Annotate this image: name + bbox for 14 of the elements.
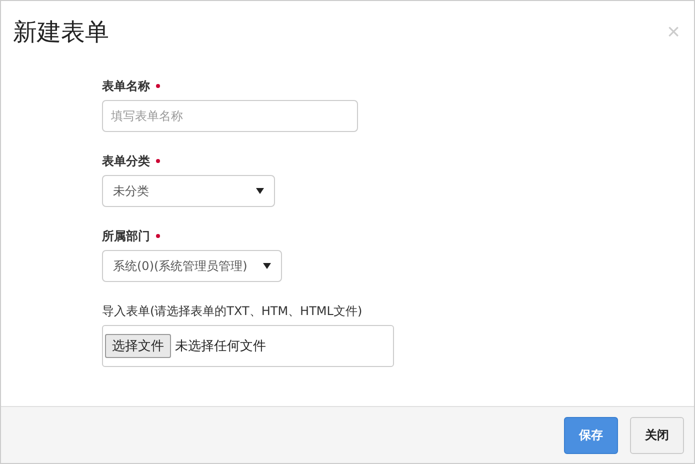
- choose-file-button[interactable]: 选择文件: [105, 334, 171, 358]
- dropdown[interactable]: 系统(0)(系统管理员管理): [102, 250, 282, 282]
- field-label: 表单分类: [102, 154, 150, 168]
- close-dialog-button[interactable]: 关闭: [630, 416, 684, 454]
- dropdown[interactable]: 未分类: [102, 175, 275, 207]
- caret-icon: [256, 188, 264, 194]
- caret-icon: [263, 263, 272, 269]
- name-input[interactable]: 填写表单名称: [102, 100, 358, 132]
- dialog-title: 新建表单: [13, 17, 109, 48]
- field-label: 表单名称: [102, 79, 150, 93]
- file-field[interactable]: 选择文件 未选择任何文件: [102, 325, 394, 367]
- field-label: 所属部门: [102, 229, 150, 243]
- field-label: 导入表单(请选择表单的TXT、HTM、HTML文件): [102, 304, 362, 318]
- file-status: 未选择任何文件: [175, 338, 266, 355]
